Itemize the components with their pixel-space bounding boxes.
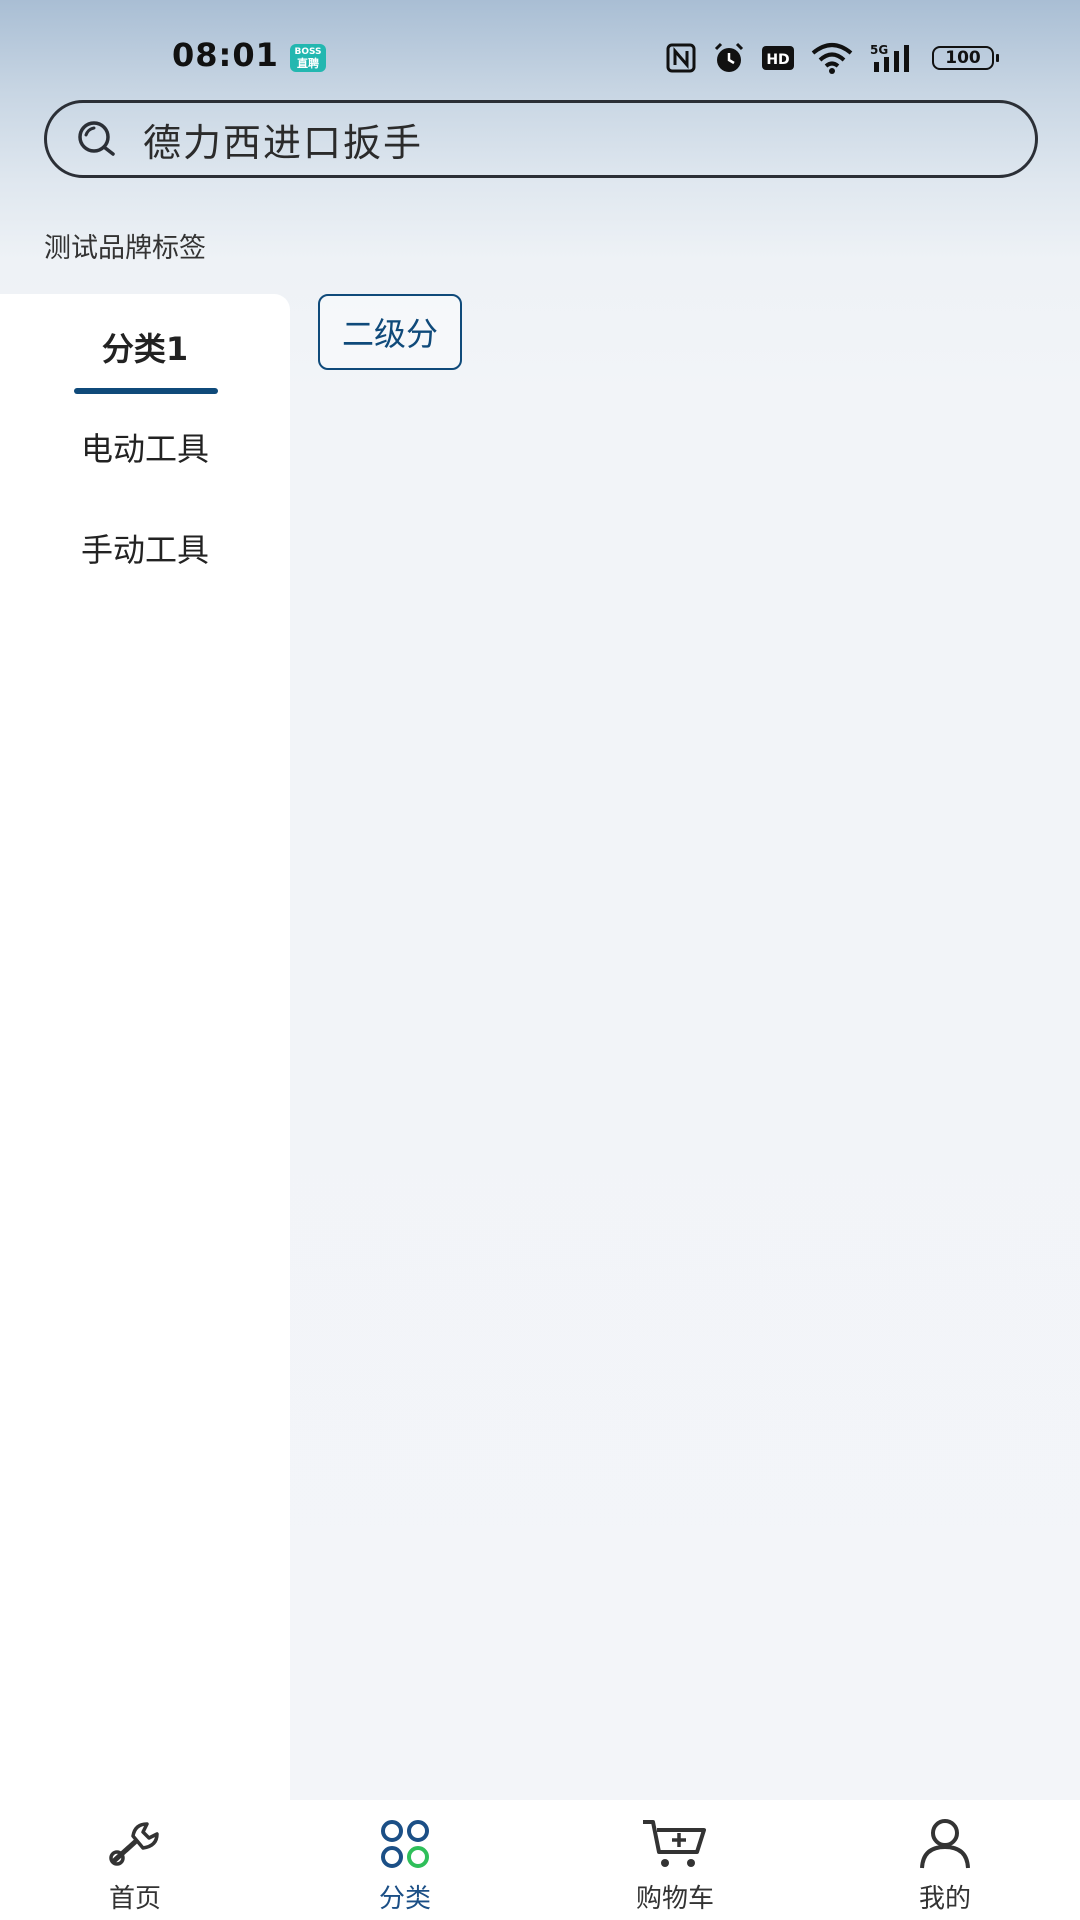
cart-icon [643,1820,706,1867]
wrench-icon [109,1822,159,1866]
tab-profile-label: 我的 [918,1884,971,1914]
bottom-tab-bar: 首页 分类 购物车 我的 [0,1800,1080,1920]
sidebar-item-hand-tools[interactable]: 手动工具 [0,525,290,571]
sidebar-item-category-1[interactable]: 分类1 [0,324,290,370]
nfc-icon [666,43,696,73]
status-time: 08:01 [172,36,279,74]
status-bar: 08:01 BOSS 直聘 HD 5G 100 [0,0,1080,100]
tab-profile[interactable]: 我的 [810,1800,1080,1920]
tab-category-label: 分类 [378,1884,431,1914]
badge-bottom-text: 直聘 [297,57,319,70]
user-icon [920,1819,970,1869]
category-sidebar: 分类1 电动工具 手动工具 [0,294,290,1800]
search-bar[interactable]: 德力西进口扳手 [44,100,1038,178]
tab-home[interactable]: 首页 [0,1800,270,1920]
battery-icon: 100 [932,46,999,70]
hd-icon: HD [762,46,794,70]
subcategory-panel: 二级分 [290,294,1080,1800]
active-category-indicator [74,388,218,394]
svg-text:5G: 5G [870,43,888,57]
tab-cart-label: 购物车 [635,1884,714,1914]
category-grid-icon [381,1820,429,1868]
search-icon [78,121,115,156]
boss-app-icon: BOSS 直聘 [290,44,326,72]
sidebar-item-power-tools[interactable]: 电动工具 [0,424,290,470]
brand-tag[interactable]: 测试品牌标签 [44,226,206,265]
subcategory-chip[interactable]: 二级分 [318,294,462,370]
tab-category[interactable]: 分类 [270,1800,540,1920]
signal-5g-icon: 5G [870,43,909,72]
status-icons: HD 5G 100 [666,40,999,76]
wifi-icon [811,43,853,74]
tab-cart[interactable]: 购物车 [540,1800,810,1920]
alarm-icon [714,42,744,72]
search-input[interactable]: 德力西进口扳手 [143,112,423,167]
tab-home-label: 首页 [108,1884,161,1914]
svg-text:HD: HD [766,52,789,68]
